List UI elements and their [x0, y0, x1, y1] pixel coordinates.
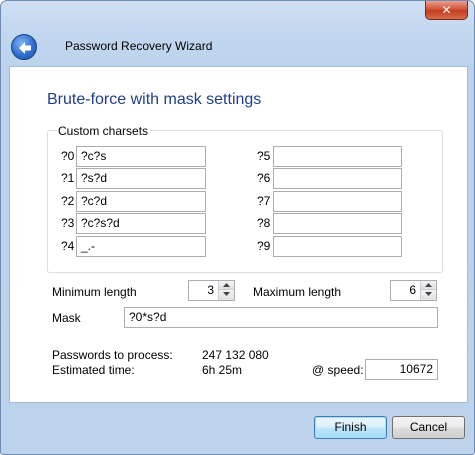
back-button[interactable]	[11, 34, 37, 60]
charset-input-5[interactable]	[273, 146, 402, 167]
chevron-down-icon	[425, 292, 432, 296]
finish-button[interactable]: Finish	[314, 416, 387, 439]
max-length-down-button[interactable]	[421, 290, 436, 300]
charset-input-1[interactable]: ?s?d	[76, 168, 206, 189]
chevron-down-icon	[223, 292, 230, 296]
custom-charsets-group: Custom charsets ?0 ?c?s ?1 ?s?d ?2 ?c?d …	[47, 124, 443, 273]
charset-input-9[interactable]	[273, 236, 402, 257]
charset-label-7: ?7	[257, 194, 271, 208]
charset-input-3[interactable]: ?c?s?d	[76, 213, 206, 234]
passwords-value: 247 132 080	[202, 348, 269, 362]
max-length-label: Maximum length	[253, 285, 342, 299]
chevron-up-icon	[425, 283, 432, 287]
charset-input-7[interactable]	[273, 191, 402, 212]
charset-label-9: ?9	[257, 239, 271, 253]
charset-label-6: ?6	[257, 171, 271, 185]
group-label: Custom charsets	[56, 124, 151, 138]
close-icon: ✕	[441, 3, 452, 17]
charset-label-3: ?3	[61, 216, 75, 230]
page-heading: Brute-force with mask settings	[47, 91, 262, 108]
min-length-up-button[interactable]	[219, 281, 234, 290]
title-bar: ✕	[1, 1, 474, 29]
estimated-time-value: 6h 25m	[202, 363, 243, 377]
charset-label-2: ?2	[61, 194, 75, 208]
close-button[interactable]: ✕	[425, 1, 468, 20]
mask-label: Mask	[52, 311, 81, 325]
speed-label: @ speed:	[312, 363, 364, 377]
charset-input-2[interactable]: ?c?d	[76, 191, 206, 212]
charset-label-5: ?5	[257, 149, 271, 163]
min-length-down-button[interactable]	[219, 290, 234, 300]
charset-label-0: ?0	[61, 149, 75, 163]
passwords-label: Passwords to process:	[52, 348, 173, 362]
min-length-stepper[interactable]: 3	[188, 280, 235, 301]
mask-input[interactable]: ?0*s?d	[124, 307, 438, 328]
max-length-stepper[interactable]: 6	[390, 280, 437, 301]
min-length-value: 3	[207, 283, 214, 297]
speed-field: 10672	[365, 359, 438, 380]
charset-label-4: ?4	[61, 239, 75, 253]
charset-input-8[interactable]	[273, 213, 402, 234]
content-panel: Brute-force with mask settings Custom ch…	[9, 66, 468, 403]
wizard-title: Password Recovery Wizard	[65, 39, 213, 53]
cancel-button[interactable]: Cancel	[392, 416, 465, 439]
back-arrow-icon	[19, 42, 31, 54]
estimated-time-label: Estimated time:	[52, 363, 135, 377]
charset-input-4[interactable]: _.-	[76, 236, 206, 257]
charset-input-6[interactable]	[273, 168, 402, 189]
wizard-window: ✕ Password Recovery Wizard Brute-force w…	[0, 0, 475, 455]
chevron-up-icon	[223, 283, 230, 287]
charset-label-8: ?8	[257, 216, 271, 230]
charset-label-1: ?1	[61, 171, 75, 185]
min-length-label: Minimum length	[52, 285, 137, 299]
max-length-value: 6	[409, 283, 416, 297]
max-length-up-button[interactable]	[421, 281, 436, 290]
charset-input-0[interactable]: ?c?s	[76, 146, 206, 167]
